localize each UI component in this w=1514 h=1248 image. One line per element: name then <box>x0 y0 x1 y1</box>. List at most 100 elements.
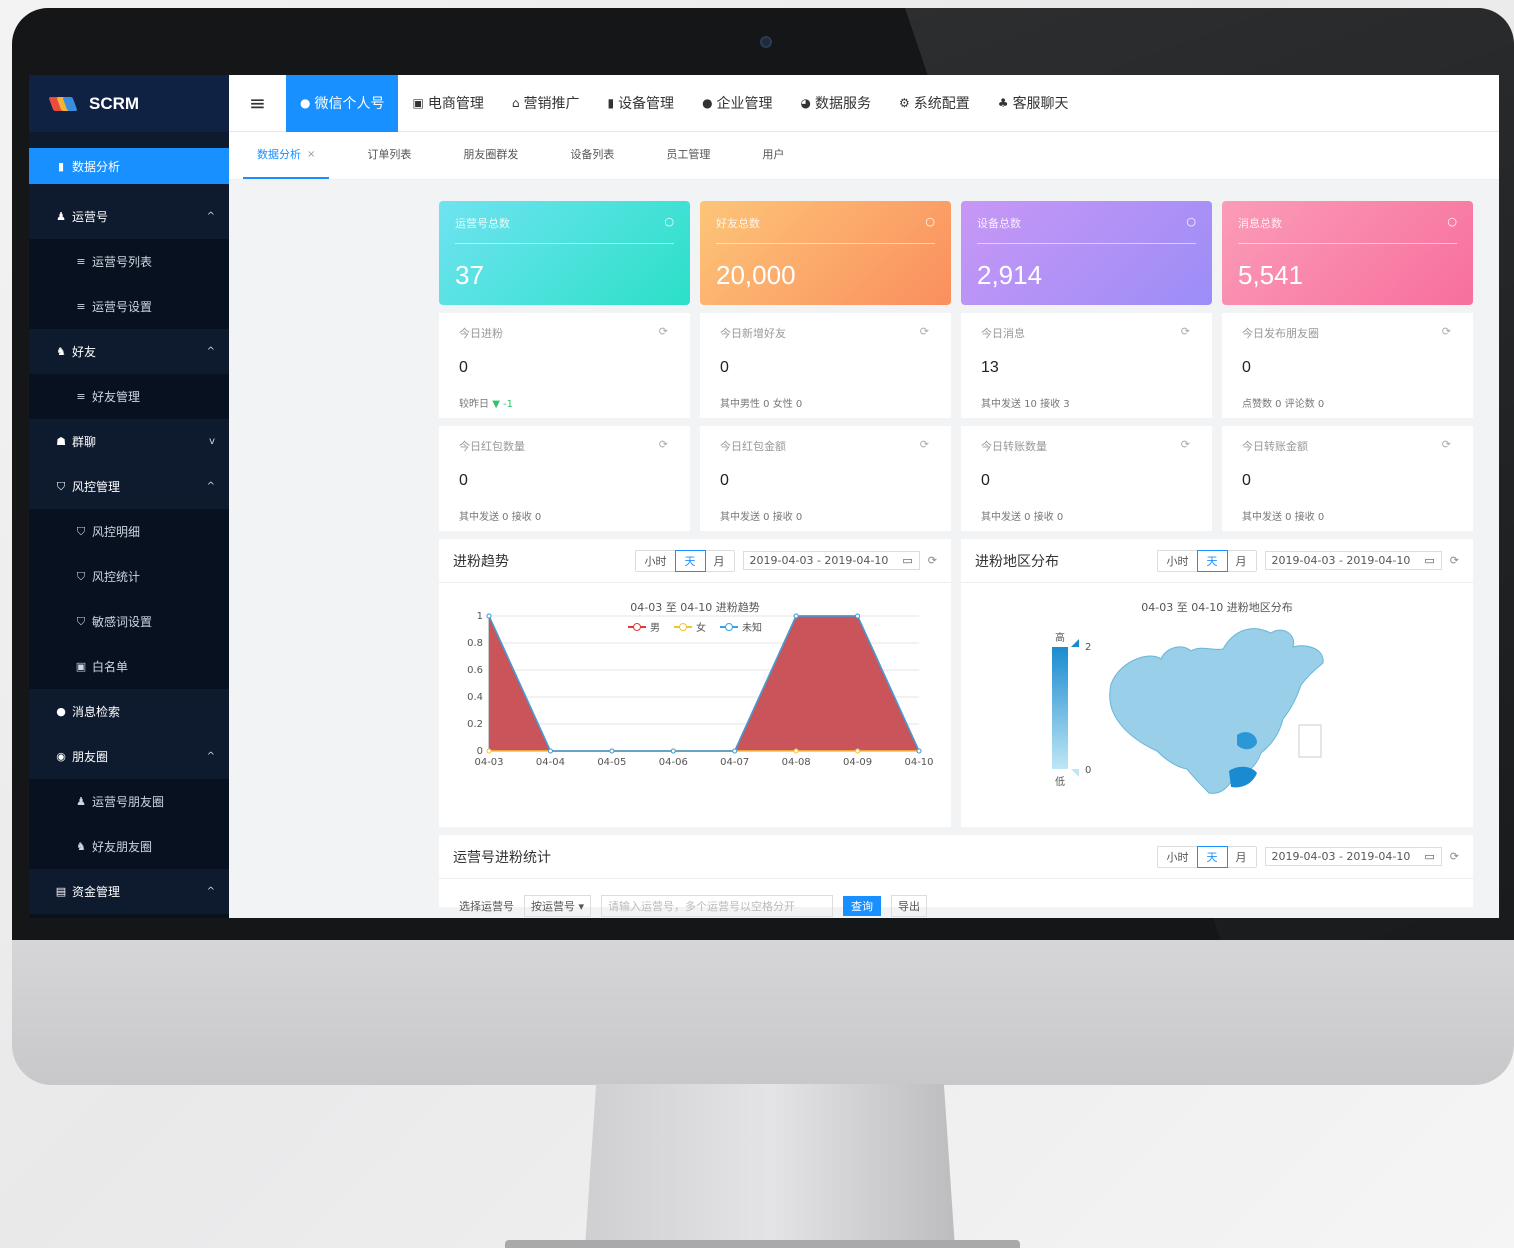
y-tick-label: 0.2 <box>467 719 483 730</box>
y-tick-label: 0.4 <box>467 692 483 703</box>
top-menu-item-4[interactable]: ● 企业管理 <box>688 75 786 132</box>
refresh-icon[interactable]: ⟳ <box>1442 325 1451 338</box>
sidebar-item-15[interactable]: ♞ 好友朋友圈 <box>29 824 229 869</box>
data-point[interactable] <box>916 748 922 754</box>
sidebar-item-11[interactable]: ▣ 白名单 <box>29 644 229 689</box>
refresh-icon[interactable]: ⟳ <box>1181 325 1190 338</box>
sidebar-item-label: 资金管理 <box>72 885 121 899</box>
tab-5[interactable]: 用户 <box>748 131 798 179</box>
sidebar-item-17[interactable]: ▣资金明细 <box>29 914 229 918</box>
sidebar-item-0[interactable]: ▮ 数据分析 <box>29 148 229 184</box>
refresh-icon[interactable]: ⟳ <box>1442 438 1451 451</box>
data-point[interactable] <box>609 748 615 754</box>
data-point[interactable] <box>486 613 492 619</box>
top-menu-item-2[interactable]: ⌂ 营销推广 <box>498 75 594 132</box>
mini-card-title: 今日消息 <box>981 327 1025 340</box>
sidebar-item-1[interactable]: ♟ 运营号 ^ <box>29 194 229 239</box>
device-icon: ▮ <box>607 96 615 110</box>
sidebar-item-6[interactable]: ☗ 群聊 v <box>29 419 229 464</box>
circle-icon: ◉ <box>56 750 66 763</box>
hamburger-icon[interactable]: ≡ <box>229 91 286 115</box>
refresh-circle-icon[interactable]: ○ <box>664 215 674 228</box>
sidebar-item-12[interactable]: ● 消息检索 <box>29 689 229 734</box>
mini-card: 今日转账金额 ⟳ 0 其中发送 0 接收 0 <box>1222 426 1473 531</box>
top-menu-item-3[interactable]: ▮ 设备管理 <box>593 75 688 132</box>
data-point[interactable] <box>855 613 861 619</box>
x-tick-label: 04-06 <box>659 757 688 768</box>
seg-hour[interactable]: 小时 <box>1158 847 1198 867</box>
refresh-icon[interactable]: ⟳ <box>1450 850 1459 863</box>
sidebar-item-7[interactable]: ⛉ 风控管理 ^ <box>29 464 229 509</box>
top-menu-item-6[interactable]: ⚙ 系统配置 <box>885 75 984 132</box>
tab-0[interactable]: 数据分析 × <box>243 131 330 179</box>
mini-card-title: 今日进粉 <box>459 327 503 340</box>
x-tick-label: 04-04 <box>536 757 565 768</box>
tab-2[interactable]: 朋友圈群发 <box>449 131 532 179</box>
top-menu-item-0[interactable]: ● 微信个人号 <box>286 75 399 132</box>
sidebar-item-10[interactable]: ⛉ 敏感词设置 <box>29 599 229 644</box>
data-point[interactable] <box>732 748 738 754</box>
sidebar-item-14[interactable]: ♟ 运营号朋友圈 <box>29 779 229 824</box>
data-point[interactable] <box>793 748 799 754</box>
mini-card-value: 0 <box>981 472 990 489</box>
app-logo[interactable]: SCRM <box>29 75 229 132</box>
top-nav: ≡ ● 微信个人号 ▣ 电商管理 ⌂ 营销推广 ▮ 设备管理 ● 企业管理 ◕ 数据服务 ⚙ 系统配置 ♣ 客… <box>229 75 1499 132</box>
stat-card-2: 设备总数 ○ 2,914 <box>961 201 1212 305</box>
refresh-circle-icon[interactable]: ○ <box>1186 215 1196 228</box>
data-point[interactable] <box>793 613 799 619</box>
tab-4[interactable]: 员工管理 <box>652 131 724 179</box>
refresh-icon[interactable]: ⟳ <box>659 438 668 451</box>
sidebar-item-2[interactable]: ≡ 运营号列表 <box>29 239 229 284</box>
stats-granularity-toggle: 小时 天 月 <box>1156 845 1257 868</box>
refresh-circle-icon[interactable]: ○ <box>1447 215 1457 228</box>
mini-card: 今日消息 ⟳ 13 其中发送 10 接收 3 <box>961 313 1212 418</box>
data-point[interactable] <box>855 748 861 754</box>
close-icon[interactable]: × <box>307 149 315 160</box>
refresh-icon[interactable]: ⟳ <box>659 325 668 338</box>
data-point[interactable] <box>670 748 676 754</box>
scale-low-label: 低 <box>1055 775 1065 788</box>
sidebar-item-16[interactable]: ▤ 资金管理 ^ <box>29 869 229 914</box>
shield-icon: ⛉ <box>56 479 66 493</box>
stats-date-range[interactable]: 2019-04-03 - 2019-04-10 ▭ <box>1264 847 1442 866</box>
refresh-icon[interactable]: ⟳ <box>920 325 929 338</box>
detail-a: 其中发送 0 <box>459 512 509 523</box>
data-point[interactable] <box>486 748 492 754</box>
sidebar-item-8[interactable]: ⛉ 风控明细 <box>29 509 229 554</box>
top-menu-item-5[interactable]: ◕ 数据服务 <box>787 75 885 132</box>
sidebar-item-13[interactable]: ◉ 朋友圈 ^ <box>29 734 229 779</box>
top-menu-item-1[interactable]: ▣ 电商管理 <box>398 75 497 132</box>
chat-icon: ● <box>300 96 311 110</box>
sidebar-item-label: 风控明细 <box>92 525 141 539</box>
mini-card-value: 0 <box>1242 359 1251 376</box>
top-menu-item-7[interactable]: ♣ 客服聊天 <box>984 75 1083 132</box>
refresh-circle-icon[interactable]: ○ <box>925 215 935 228</box>
top-menu-label: 数据服务 <box>815 96 872 112</box>
people-icon: ♣ <box>997 96 1009 110</box>
sidebar-item-5[interactable]: ≡ 好友管理 <box>29 374 229 419</box>
tab-3[interactable]: 设备列表 <box>556 131 628 179</box>
x-tick-label: 04-08 <box>782 757 811 768</box>
friend-icon: ♞ <box>56 345 66 358</box>
mini-card-detail: 其中发送 10 接收 3 <box>981 395 1192 410</box>
stat-card-0: 运营号总数 ○ 37 <box>439 201 690 305</box>
chevron-up-icon: ^ <box>206 211 215 222</box>
settings-icon: ⚙ <box>899 96 910 110</box>
tab-1[interactable]: 订单列表 <box>353 131 425 179</box>
mini-card-title: 今日转账金额 <box>1242 440 1308 453</box>
refresh-icon[interactable]: ⟳ <box>920 438 929 451</box>
refresh-icon[interactable]: ⟳ <box>1181 438 1190 451</box>
mini-card-value: 13 <box>981 359 999 376</box>
account-search-input[interactable]: 请输入运营号，多个运营号以空格分开 <box>601 895 834 917</box>
sidebar-item-4[interactable]: ♞ 好友 ^ <box>29 329 229 374</box>
data-point[interactable] <box>547 748 553 754</box>
export-button[interactable]: 导出 <box>891 895 928 917</box>
query-button[interactable]: 查询 <box>843 896 882 916</box>
x-tick-label: 04-05 <box>597 757 626 768</box>
seg-month[interactable]: 月 <box>1227 847 1256 867</box>
seg-day[interactable]: 天 <box>1196 845 1228 868</box>
sidebar-item-9[interactable]: ⛉ 风控统计 <box>29 554 229 599</box>
sidebar-item-3[interactable]: ≡ 运营号设置 <box>29 284 229 329</box>
filter-mode-select[interactable]: 按运营号 ▾ <box>524 895 592 917</box>
chevron-up-icon: ^ <box>206 886 215 897</box>
